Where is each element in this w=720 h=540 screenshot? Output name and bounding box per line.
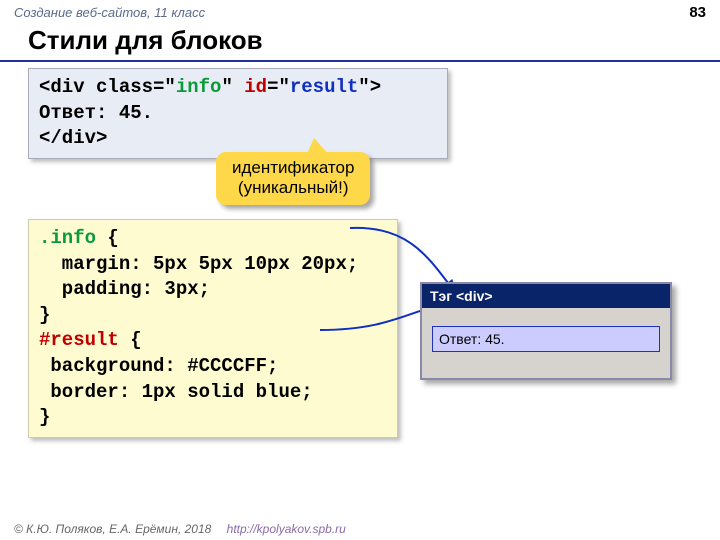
copyright: © К.Ю. Поляков, Е.А. Ерёмин, 2018 [14,522,211,536]
css-code-box: .info { margin: 5px 5px 10px 20px; paddi… [28,219,398,438]
callout-line1: идентификатор [232,158,354,178]
callout-identifier: идентификатор (уникальный!) [216,152,370,205]
course-name: Создание веб-сайтов, 11 класс [14,5,205,20]
html-code-box: <div class="info" id="result"> Ответ: 45… [28,68,448,159]
page-number: 83 [689,4,706,21]
callout-line2: (уникальный!) [232,178,354,198]
footer-url: http://kpolyakov.spb.ru [227,522,346,536]
page-header: Создание веб-сайтов, 11 класс 83 [0,0,720,23]
preview-window: Тэг <div> Ответ: 45. [420,282,672,380]
result-box: Ответ: 45. [432,326,660,352]
slide-title: Стили для блоков [0,23,720,62]
window-title: Тэг <div> [422,284,670,308]
footer: © К.Ю. Поляков, Е.А. Ерёмин, 2018 http:/… [14,522,346,536]
